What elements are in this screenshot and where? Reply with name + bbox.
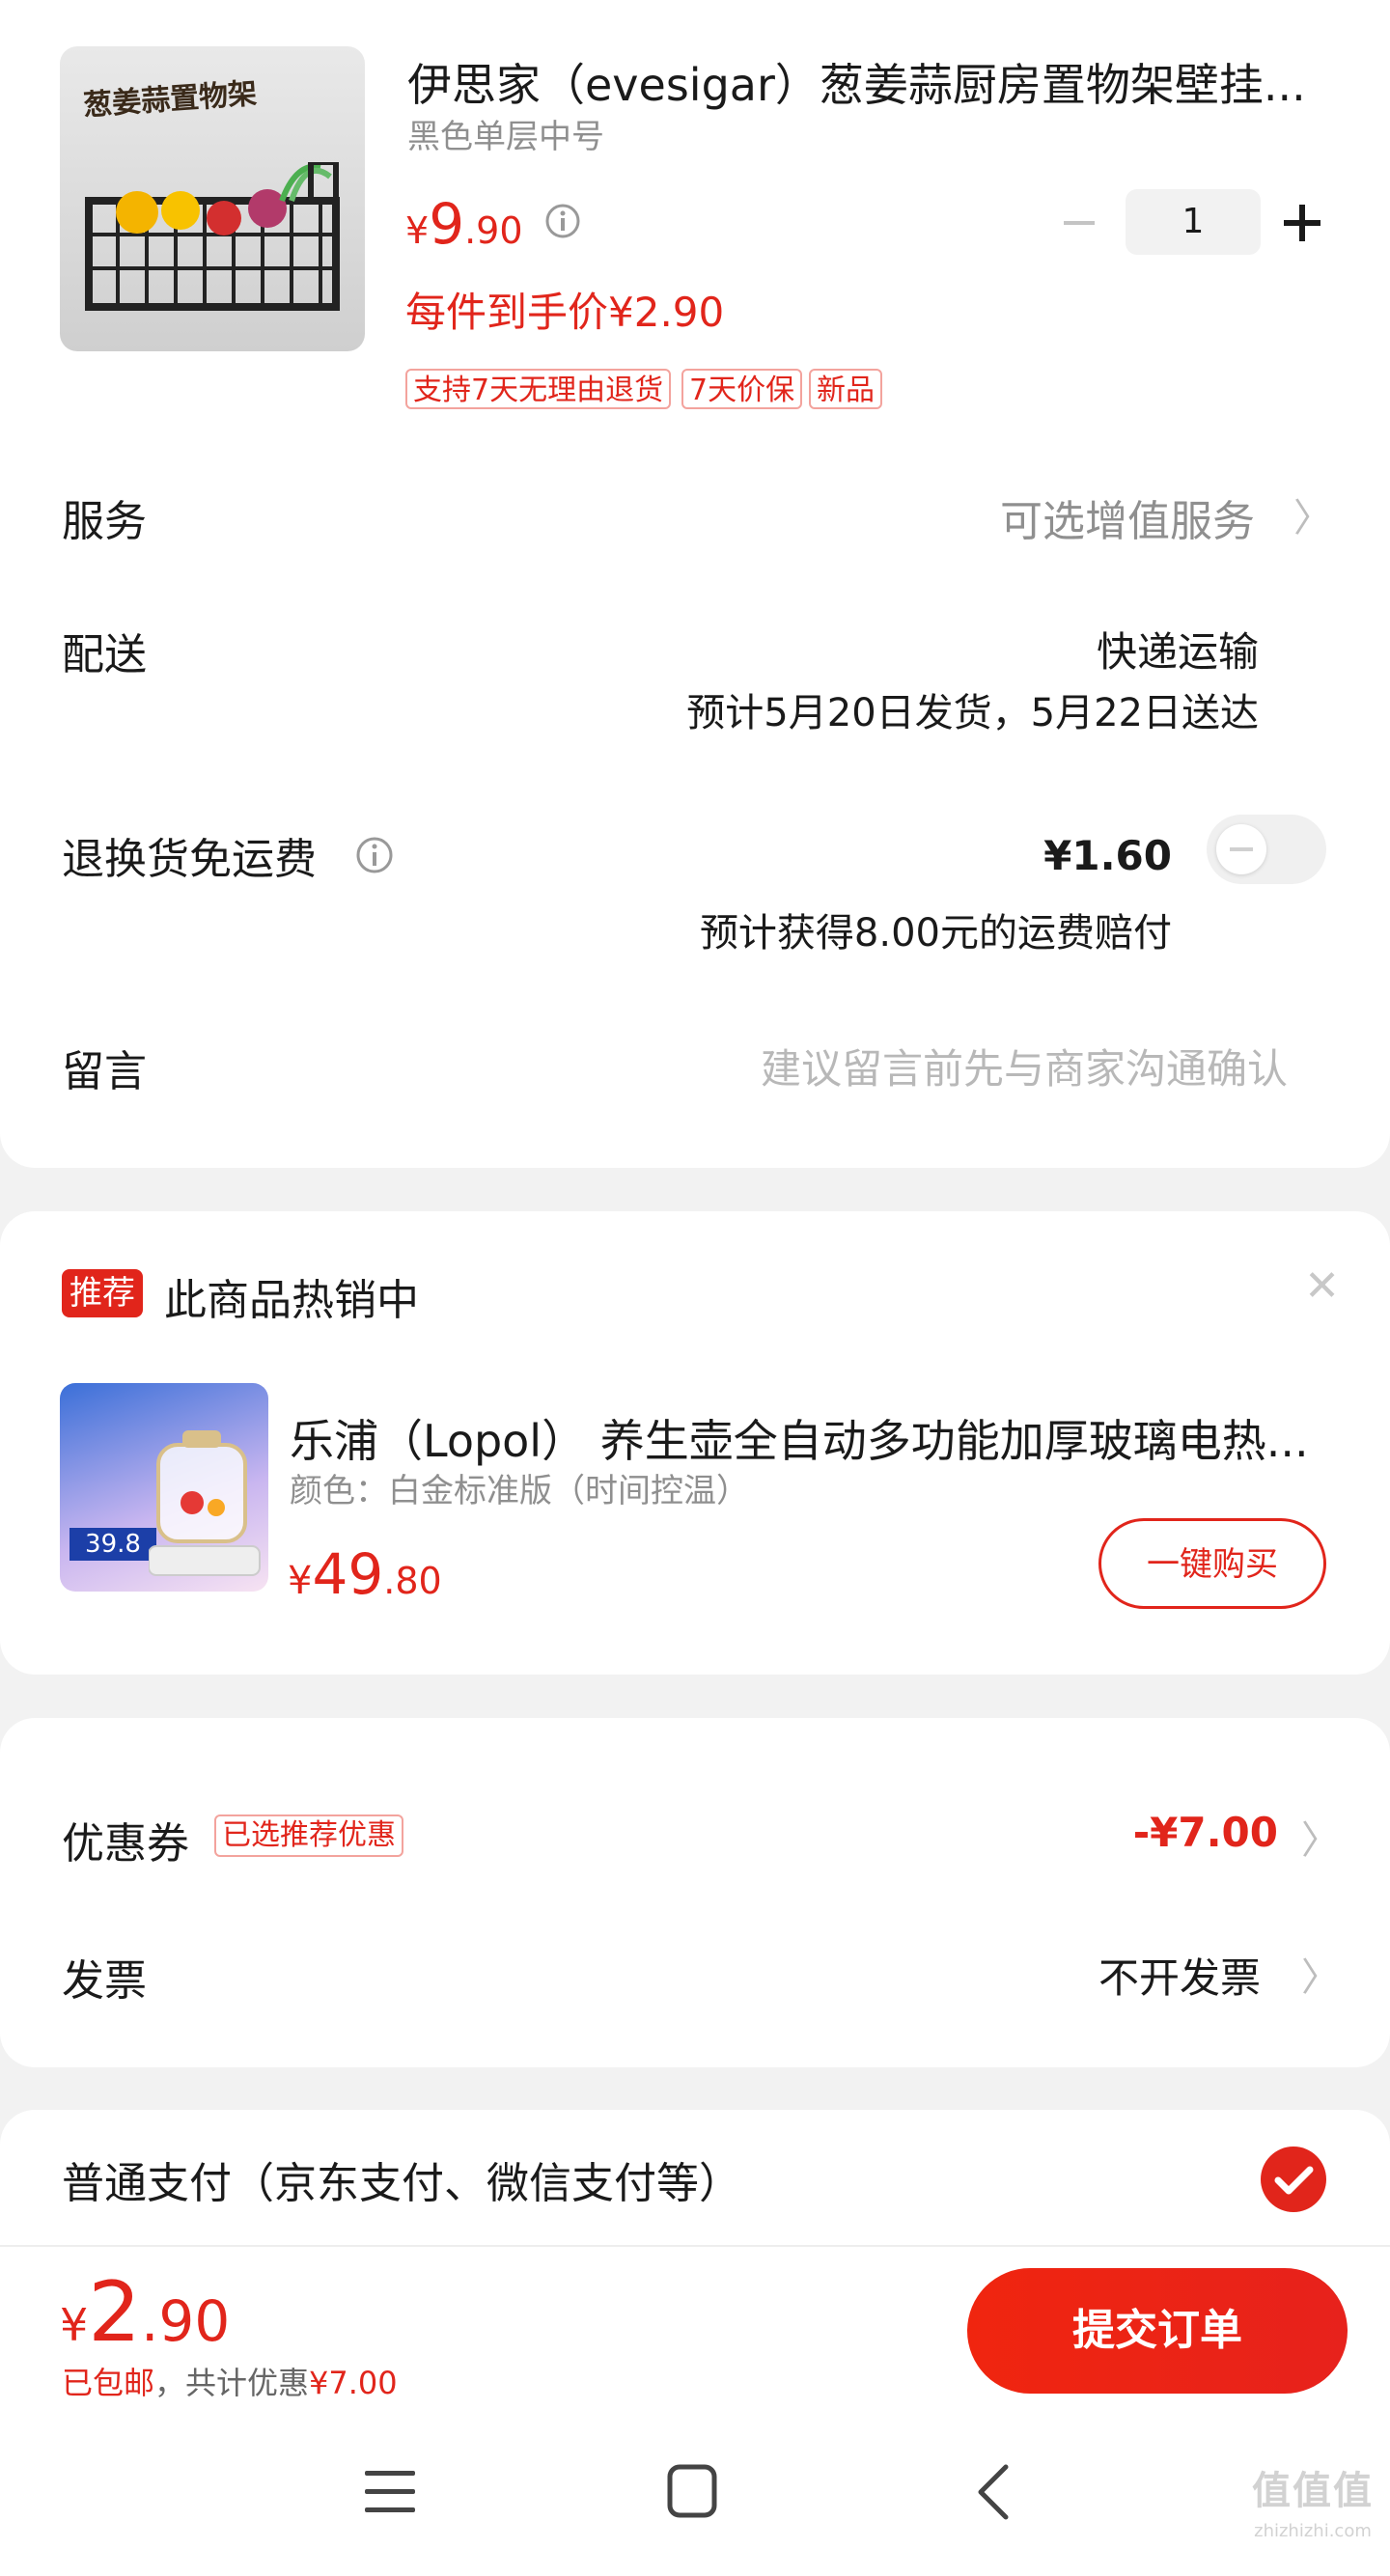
coupon-row[interactable]: 优惠券 已选推荐优惠 -¥7.00 〉	[0, 1795, 1390, 1882]
return-shipping-price: ¥1.60	[1043, 832, 1172, 879]
basket-illustration	[85, 162, 340, 311]
tag-return-policy: 支持7天无理由退货	[405, 369, 672, 409]
shipping-summary: 已包邮，共计优惠¥7.00	[62, 2359, 398, 2403]
price-decimal: .90	[464, 209, 523, 252]
message-input[interactable]: 建议留言前先与商家沟通确认	[761, 1037, 1288, 1095]
system-nav-bar: 值值值 zhizhizhi.com	[0, 2399, 1390, 2576]
toggle-off-icon[interactable]	[1207, 815, 1326, 884]
recommend-product-image[interactable]: 39.8	[60, 1383, 268, 1592]
checkout-footer: ¥2.90 已包邮，共计优惠¥7.00 提交订单	[0, 2245, 1390, 2401]
tag-new: 新品	[809, 369, 882, 409]
chevron-right-icon: 〉	[1301, 1955, 1340, 2000]
price-decimal: .80	[383, 1560, 442, 1602]
delivery-row[interactable]: 配送 快递运输 预计5月20日发货，5月22日送达	[0, 608, 1390, 753]
product-image[interactable]: 葱姜蒜置物架	[60, 46, 365, 351]
savings-value: ¥7.00	[309, 2365, 398, 2401]
quantity-input[interactable]: 1	[1126, 189, 1261, 255]
submit-order-button[interactable]: 提交订单	[967, 2268, 1348, 2394]
recommend-badge: 推荐	[62, 1269, 143, 1317]
message-row: 留言 建议留言前先与商家沟通确认	[0, 1023, 1390, 1110]
price-integer: 49	[312, 1541, 384, 1607]
chevron-right-icon: 〉	[1293, 496, 1332, 540]
kettle-illustration	[149, 1430, 261, 1576]
chevron-right-icon: 〉	[1301, 1818, 1340, 1863]
check-circle-icon[interactable]	[1259, 2145, 1328, 2214]
delivery-label: 配送	[62, 630, 147, 679]
coupon-value: -¥7.00	[1132, 1809, 1278, 1856]
free-shipping-label: 已包邮	[62, 2365, 155, 2401]
watermark-domain: zhizhizhi.com	[1254, 2521, 1372, 2541]
service-value: 可选增值服务	[1000, 497, 1255, 546]
watermark-text: 值值值	[1252, 2469, 1374, 2513]
plus-icon[interactable]	[1282, 203, 1322, 243]
price-decimal: .90	[141, 2288, 231, 2354]
recommend-heading: 此商品热销中	[164, 1276, 419, 1325]
menu-icon[interactable]	[363, 2467, 417, 2517]
invoice-value: 不开发票	[1098, 1954, 1261, 2002]
coupon-tag: 已选推荐优惠	[214, 1814, 403, 1857]
price-symbol: ¥	[288, 1559, 313, 1603]
watermark: 值值值 zhizhizhi.com	[1245, 2459, 1380, 2541]
return-shipping-row: 退换货免运费 ¥1.60 预计获得8.00元的运费赔付	[0, 811, 1390, 965]
recommend-product-title[interactable]: 乐浦（Lopol） 养生壶全自动多功能加厚玻璃电热...	[290, 1406, 1313, 1470]
service-row[interactable]: 服务 可选增值服务 〉	[0, 473, 1390, 560]
unit-price: 每件到手价¥2.90	[405, 289, 725, 336]
product-title[interactable]: 伊思家（evesigar）葱姜蒜厨房置物架壁挂...	[407, 50, 1324, 114]
return-shipping-label: 退换货免运费	[62, 835, 317, 884]
savings-prefix: ，共计优惠	[154, 2365, 310, 2401]
message-label: 留言	[62, 1047, 147, 1096]
quantity-stepper: 1	[1052, 189, 1332, 257]
total-price: ¥2.90	[60, 2264, 230, 2361]
payment-method-label[interactable]: 普通支付（京东支付、微信支付等）	[62, 2148, 741, 2210]
one-click-buy-button[interactable]: 一键购买	[1098, 1518, 1326, 1609]
delivery-estimate: 预计5月20日发货，5月22日送达	[686, 691, 1259, 735]
price-symbol: ¥	[405, 209, 430, 252]
product-price: ¥9.90	[405, 191, 523, 257]
discount-card: 优惠券 已选推荐优惠 -¥7.00 〉 发票 不开发票 〉	[0, 1718, 1390, 2067]
price-integer: 9	[429, 191, 465, 257]
coupon-label: 优惠券	[62, 1819, 189, 1869]
home-icon[interactable]	[666, 2463, 718, 2519]
service-label: 服务	[62, 497, 147, 546]
invoice-label: 发票	[62, 1956, 147, 2006]
product-image-caption: 葱姜蒜置物架	[82, 76, 259, 124]
product-variant[interactable]: 黑色单层中号	[407, 110, 604, 157]
recommend-product-price: ¥49.80	[288, 1541, 442, 1607]
back-icon[interactable]	[973, 2463, 1012, 2521]
return-shipping-note: 预计获得8.00元的运费赔付	[699, 911, 1172, 956]
tag-price-protection: 7天价保	[681, 369, 803, 409]
minus-icon[interactable]	[1062, 212, 1097, 234]
recommend-product-variant: 颜色：白金标准版（时间控温）	[290, 1472, 749, 1510]
price-symbol: ¥	[60, 2299, 89, 2351]
invoice-row[interactable]: 发票 不开发票 〉	[0, 1932, 1390, 2019]
order-details-card: 葱姜蒜置物架 伊思家（evesigar）葱姜蒜厨房置物架壁挂... 黑色单层中号…	[0, 0, 1390, 1168]
recommendation-card: 推荐 此商品热销中 ✕ 39.8 乐浦（Lopol） 养生壶全自动多功能加厚玻璃…	[0, 1211, 1390, 1675]
delivery-method: 快递运输	[1096, 628, 1259, 676]
price-integer: 2	[88, 2264, 141, 2361]
info-icon[interactable]	[355, 836, 394, 874]
payment-card: 普通支付（京东支付、微信支付等）	[0, 2110, 1390, 2255]
close-icon[interactable]: ✕	[1304, 1261, 1340, 1311]
thumb-price: 39.8	[70, 1528, 156, 1561]
info-icon[interactable]	[544, 203, 581, 239]
